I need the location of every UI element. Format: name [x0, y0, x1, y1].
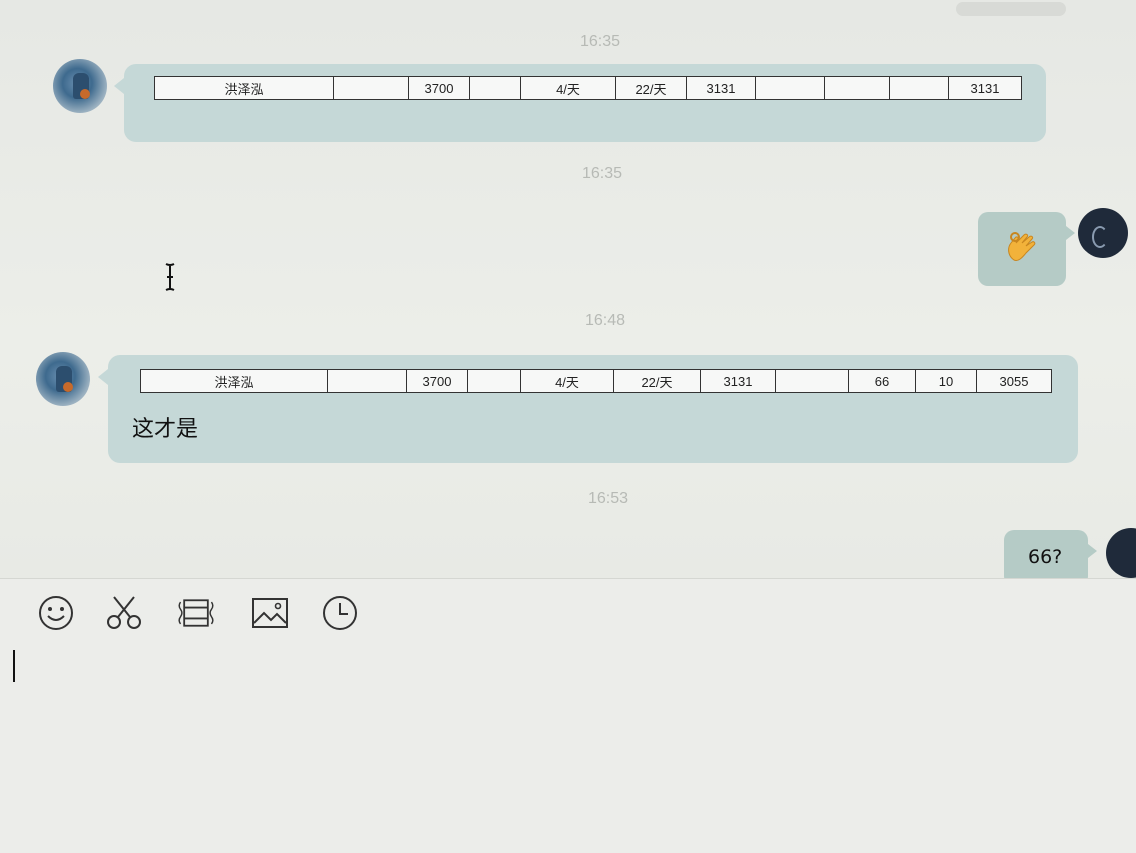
avatar[interactable]: [53, 59, 107, 113]
table-cell: [824, 76, 890, 100]
message-text: 66?: [1028, 546, 1063, 568]
message-input[interactable]: [0, 639, 1136, 853]
avatar[interactable]: [36, 352, 90, 406]
input-caret: [13, 650, 15, 682]
table-cell: 3131: [948, 76, 1022, 100]
table-cell: [467, 369, 521, 393]
avatar[interactable]: [1106, 528, 1136, 578]
message-bubble[interactable]: [978, 212, 1075, 286]
table-cell: 4/天: [520, 369, 614, 393]
table-cell: [775, 369, 849, 393]
table-cell: 3131: [700, 369, 776, 393]
top-edge: [956, 2, 1066, 16]
shake-window-icon[interactable]: [176, 593, 216, 633]
timestamp: 16:35: [582, 165, 623, 182]
message-bubble[interactable]: 洪泽泓 3700 4/天 22/天 3131 3131: [114, 64, 1046, 142]
chat-history[interactable]: 16:35 洪泽泓 3700 4/天 22/天 3131 3131 16:35: [0, 0, 1136, 578]
table-cell: 3055: [976, 369, 1052, 393]
table-cell: 洪泽泓: [140, 369, 328, 393]
table-cell: [889, 76, 949, 100]
table-cell: [755, 76, 825, 100]
timestamp: 16:35: [580, 33, 621, 50]
message-text: 这才是: [132, 417, 199, 442]
emoji-icon[interactable]: [36, 593, 76, 633]
table-cell: 10: [915, 369, 977, 393]
table-cell: 3700: [406, 369, 468, 393]
scissors-icon[interactable]: [104, 593, 144, 633]
spreadsheet-row: 洪泽泓 3700 4/天 22/天 3131 66 10 3055: [140, 369, 1052, 393]
image-icon[interactable]: [250, 593, 290, 633]
timestamp: 16:53: [588, 490, 629, 507]
table-cell: 3131: [686, 76, 756, 100]
timestamp: 16:48: [585, 312, 626, 329]
table-cell: 洪泽泓: [154, 76, 334, 100]
table-cell: 22/天: [615, 76, 687, 100]
table-cell: 66: [848, 369, 916, 393]
spreadsheet-row: 洪泽泓 3700 4/天 22/天 3131 3131: [154, 76, 1022, 100]
input-panel: [0, 578, 1136, 853]
table-cell: [333, 76, 409, 100]
message-bubble[interactable]: 洪泽泓 3700 4/天 22/天 3131 66 10 3055 这才是: [98, 355, 1078, 463]
table-cell: [327, 369, 407, 393]
text-cursor-icon: [165, 263, 175, 291]
message-bubble[interactable]: 66?: [1004, 530, 1097, 578]
table-cell: [469, 76, 521, 100]
table-cell: 4/天: [520, 76, 616, 100]
history-clock-icon[interactable]: [320, 593, 360, 633]
table-cell: 22/天: [613, 369, 701, 393]
table-cell: 3700: [408, 76, 470, 100]
ok-hand-icon: [1008, 232, 1036, 261]
avatar[interactable]: [1078, 208, 1128, 258]
